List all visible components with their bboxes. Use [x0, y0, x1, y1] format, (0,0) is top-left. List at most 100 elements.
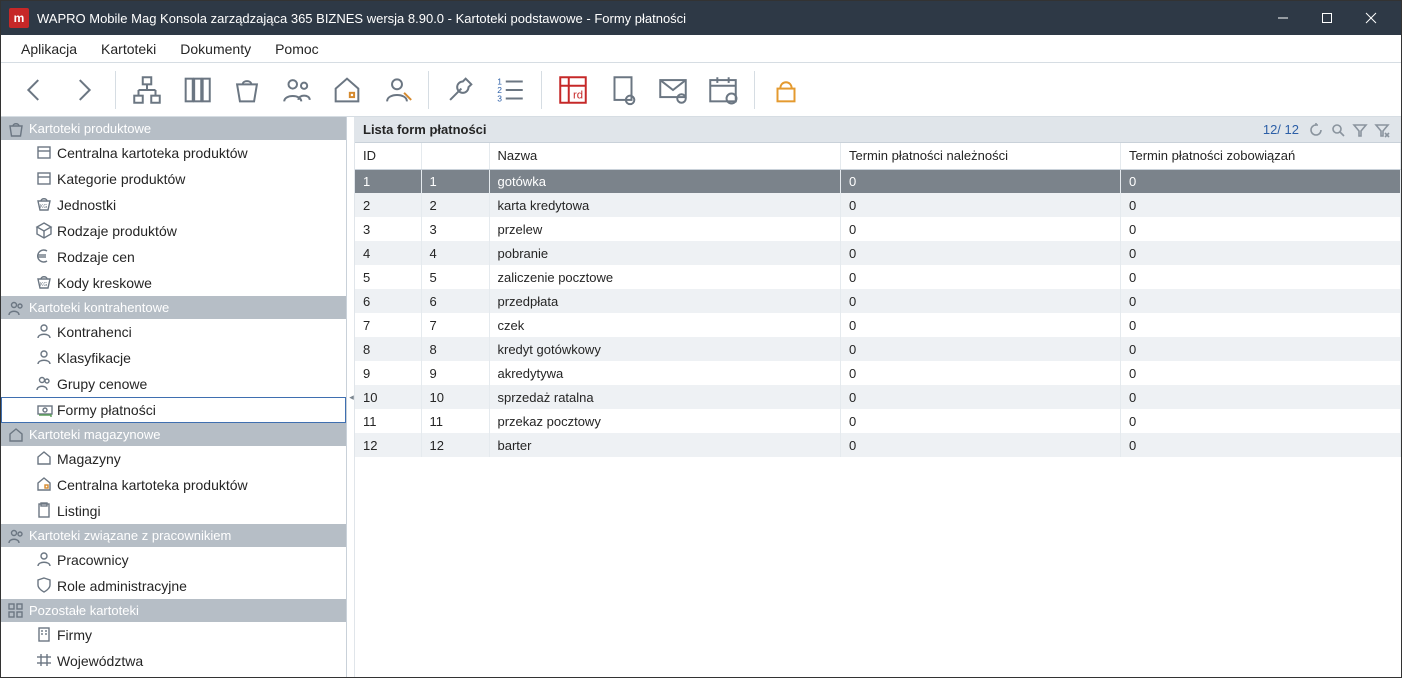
- cell-term1: 0: [841, 289, 1121, 313]
- minimize-button[interactable]: [1261, 1, 1305, 35]
- cell-name: kredyt gotówkowy: [489, 337, 841, 361]
- menu-pomoc[interactable]: Pomoc: [263, 37, 331, 61]
- cell-id: 6: [355, 289, 421, 313]
- table-row[interactable]: 1212barter00: [355, 433, 1401, 457]
- refresh-icon[interactable]: [1305, 119, 1327, 141]
- col-term1[interactable]: Termin płatności należności: [841, 143, 1121, 169]
- contacts-icon[interactable]: [272, 66, 322, 114]
- sidebar-group-header[interactable]: Kartoteki kontrahentowe: [1, 296, 346, 319]
- cell-term2: 0: [1121, 385, 1401, 409]
- cell-term2: 0: [1121, 217, 1401, 241]
- maximize-button[interactable]: [1305, 1, 1349, 35]
- lock-icon[interactable]: [761, 66, 811, 114]
- sidebar-group-header[interactable]: Kartoteki magazynowe: [1, 423, 346, 446]
- table-row[interactable]: 99akredytywa00: [355, 361, 1401, 385]
- menu-kartoteki[interactable]: Kartoteki: [89, 37, 168, 61]
- cell-idx: 3: [421, 217, 489, 241]
- wrench-icon[interactable]: [435, 66, 485, 114]
- table-row[interactable]: 88kredyt gotówkowy00: [355, 337, 1401, 361]
- cell-name: pobranie: [489, 241, 841, 265]
- sidebar-item[interactable]: Magazyny: [1, 446, 346, 472]
- users-icon[interactable]: [372, 66, 422, 114]
- sidebar-item[interactable]: Rodzaje cen: [1, 244, 346, 270]
- sidebar-item[interactable]: Grupy cenowe: [1, 371, 346, 397]
- cell-term1: 0: [841, 337, 1121, 361]
- home-icon[interactable]: [322, 66, 372, 114]
- sidebar-group-header[interactable]: Pozostałe kartoteki: [1, 599, 346, 622]
- sidebar-group-header[interactable]: Kartoteki produktowe: [1, 117, 346, 140]
- nav-forward-button[interactable]: [59, 66, 109, 114]
- sidebar-group-label: Kartoteki magazynowe: [29, 427, 161, 442]
- window-title: WAPRO Mobile Mag Konsola zarządzająca 36…: [37, 11, 1261, 26]
- sidebar-item[interactable]: Klasyfikacje: [1, 345, 346, 371]
- sidebar-item[interactable]: Kontrahenci: [1, 319, 346, 345]
- table-row[interactable]: 22karta kredytowa00: [355, 193, 1401, 217]
- cell-name: przelew: [489, 217, 841, 241]
- network-icon[interactable]: [122, 66, 172, 114]
- mail-icon[interactable]: [648, 66, 698, 114]
- sidebar-item[interactable]: Formy płatności: [1, 397, 346, 423]
- numbered-list-icon[interactable]: 123: [485, 66, 535, 114]
- binders-icon[interactable]: [172, 66, 222, 114]
- sidebar-item[interactable]: Pracownicy: [1, 547, 346, 573]
- sidebar-item-label: Kategorie produktów: [57, 171, 185, 187]
- cell-term2: 0: [1121, 265, 1401, 289]
- cell-id: 8: [355, 337, 421, 361]
- cell-name: gotówka: [489, 169, 841, 193]
- table-row[interactable]: 33przelew00: [355, 217, 1401, 241]
- sidebar-item[interactable]: Centralna kartoteka produktów: [1, 140, 346, 166]
- cell-term1: 0: [841, 217, 1121, 241]
- grid[interactable]: ID Nazwa Termin płatności należności Ter…: [355, 143, 1401, 677]
- filter-clear-icon[interactable]: [1371, 119, 1393, 141]
- cell-idx: 8: [421, 337, 489, 361]
- sidebar-group-label: Kartoteki produktowe: [29, 121, 151, 136]
- sidebar-item[interactable]: Firmy: [1, 622, 346, 648]
- table-row[interactable]: 77czek00: [355, 313, 1401, 337]
- list-header: Lista form płatności 12/ 12: [355, 117, 1401, 143]
- col-term2[interactable]: Termin płatności zobowiązań: [1121, 143, 1401, 169]
- sidebar-item[interactable]: Role administracyjne: [1, 573, 346, 599]
- cell-name: akredytywa: [489, 361, 841, 385]
- cell-id: 10: [355, 385, 421, 409]
- table-row[interactable]: 66przedpłata00: [355, 289, 1401, 313]
- sidebar-item[interactable]: Województwa: [1, 648, 346, 674]
- search-icon[interactable]: [1327, 119, 1349, 141]
- cell-term2: 0: [1121, 241, 1401, 265]
- table-row[interactable]: 11gotówka00: [355, 169, 1401, 193]
- sidebar-item-label: Magazyny: [57, 451, 121, 467]
- calendar-icon[interactable]: [698, 66, 748, 114]
- rd-icon[interactable]: rd: [548, 66, 598, 114]
- cell-idx: 5: [421, 265, 489, 289]
- cell-idx: 10: [421, 385, 489, 409]
- splitter[interactable]: ◂: [347, 117, 355, 677]
- filter-icon[interactable]: [1349, 119, 1371, 141]
- page-icon[interactable]: [598, 66, 648, 114]
- table-row[interactable]: 1111przekaz pocztowy00: [355, 409, 1401, 433]
- col-id[interactable]: ID: [355, 143, 421, 169]
- sidebar-item[interactable]: Listingi: [1, 498, 346, 524]
- sidebar-item-label: Klasyfikacje: [57, 350, 131, 366]
- cell-id: 11: [355, 409, 421, 433]
- sidebar-item[interactable]: Rodzaje produktów: [1, 218, 346, 244]
- col-idx[interactable]: [421, 143, 489, 169]
- table-row[interactable]: 44pobranie00: [355, 241, 1401, 265]
- col-name[interactable]: Nazwa: [489, 143, 841, 169]
- sidebar-item[interactable]: Centralna kartoteka produktów: [1, 472, 346, 498]
- nav-back-button[interactable]: [9, 66, 59, 114]
- sidebar-item[interactable]: Kategorie produktów: [1, 166, 346, 192]
- menu-aplikacja[interactable]: Aplikacja: [9, 37, 89, 61]
- cell-idx: 7: [421, 313, 489, 337]
- cell-name: karta kredytowa: [489, 193, 841, 217]
- sidebar-item[interactable]: KGJednostki: [1, 192, 346, 218]
- menu-dokumenty[interactable]: Dokumenty: [168, 37, 263, 61]
- cell-idx: 1: [421, 169, 489, 193]
- sidebar-group-label: Kartoteki związane z pracownikiem: [29, 528, 231, 543]
- toolbar-sep: [428, 71, 429, 109]
- sidebar-item[interactable]: KGKody kreskowe: [1, 270, 346, 296]
- sidebar-group-header[interactable]: Kartoteki związane z pracownikiem: [1, 524, 346, 547]
- main-area: Kartoteki produktowe Centralna kartoteka …: [1, 117, 1401, 677]
- bag-icon[interactable]: [222, 66, 272, 114]
- table-row[interactable]: 55zaliczenie pocztowe00: [355, 265, 1401, 289]
- close-button[interactable]: [1349, 1, 1393, 35]
- table-row[interactable]: 1010sprzedaż ratalna00: [355, 385, 1401, 409]
